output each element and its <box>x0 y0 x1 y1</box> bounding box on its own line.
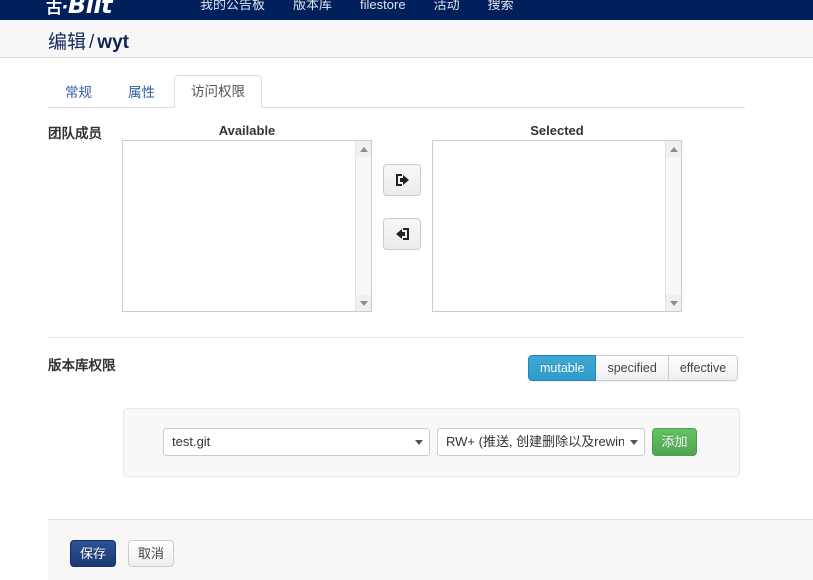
breadcrumb-separator: / <box>89 32 95 53</box>
logo-wordmark: Biit <box>67 0 113 19</box>
site-logo[interactable]: 古·Biit <box>46 0 113 20</box>
nav-item-repositories[interactable]: 版本库 <box>279 0 346 16</box>
scroll-track[interactable] <box>356 157 371 295</box>
scroll-down-icon[interactable] <box>666 295 681 311</box>
available-members-listbox[interactable] <box>122 140 372 312</box>
scroll-up-icon[interactable] <box>666 141 681 157</box>
tab-general[interactable]: 常规 <box>48 77 109 108</box>
move-to-available-button[interactable] <box>383 218 421 250</box>
breadcrumb: 编辑 / wyt <box>48 27 129 54</box>
repository-permissions-label: 版本库权限 <box>48 358 116 373</box>
section-divider <box>48 337 745 338</box>
repository-select-value: test.git <box>172 434 211 449</box>
scroll-track[interactable] <box>666 157 681 295</box>
add-permission-button[interactable]: 添加 <box>652 428 697 456</box>
arrow-right-into-box-icon <box>395 173 410 187</box>
breadcrumb-repository: wyt <box>97 32 129 53</box>
selected-members-listbox[interactable] <box>432 140 682 312</box>
arrow-left-into-box-icon <box>395 227 410 241</box>
permission-view-mode-group: mutable specified effective <box>528 355 739 381</box>
nav-item-dashboard[interactable]: 我的公告板 <box>186 0 279 16</box>
nav-menu: 我的公告板 版本库 filestore 活动 搜索 <box>186 0 528 16</box>
permission-level-select[interactable]: RW+ (推送, 创建删除以及rewin <box>437 428 645 456</box>
view-mode-effective[interactable]: effective <box>668 355 739 381</box>
view-mode-specified[interactable]: specified <box>596 355 669 381</box>
nav-item-filestore[interactable]: filestore <box>346 0 420 16</box>
nav-item-search[interactable]: 搜索 <box>474 0 528 16</box>
logo-cjk-glyph: 古 <box>46 0 62 17</box>
scroll-down-icon[interactable] <box>356 295 371 311</box>
chevron-down-icon <box>630 440 638 445</box>
selected-list-title: Selected <box>530 123 584 138</box>
save-button[interactable]: 保存 <box>70 540 116 567</box>
top-navbar: 古·Biit 我的公告板 版本库 filestore 活动 搜索 <box>0 0 813 20</box>
move-to-selected-button[interactable] <box>383 164 421 196</box>
permission-level-select-value: RW+ (推送, 创建删除以及rewin <box>446 434 624 449</box>
available-list-title: Available <box>218 123 276 138</box>
selected-scrollbar[interactable] <box>665 141 681 311</box>
repository-select[interactable]: test.git <box>163 428 430 456</box>
active-tab-underline-mask <box>175 107 261 108</box>
scroll-up-icon[interactable] <box>356 141 371 157</box>
page-root: 古·Biit 我的公告板 版本库 filestore 活动 搜索 编辑 / wyt … <box>0 0 813 580</box>
tab-bar: 常规 属性 访问权限 <box>48 75 264 108</box>
tab-access-permissions[interactable]: 访问权限 <box>174 75 262 108</box>
breadcrumb-bar: 编辑 / wyt <box>0 20 813 58</box>
nav-item-activity[interactable]: 活动 <box>420 0 474 16</box>
chevron-down-icon <box>415 440 423 445</box>
breadcrumb-action: 编辑 <box>48 32 87 53</box>
view-mode-mutable[interactable]: mutable <box>528 355 597 381</box>
available-scrollbar[interactable] <box>355 141 371 311</box>
cancel-button[interactable]: 取消 <box>128 540 174 567</box>
team-members-label: 团队成员 <box>48 126 102 141</box>
tab-properties[interactable]: 属性 <box>111 77 172 108</box>
